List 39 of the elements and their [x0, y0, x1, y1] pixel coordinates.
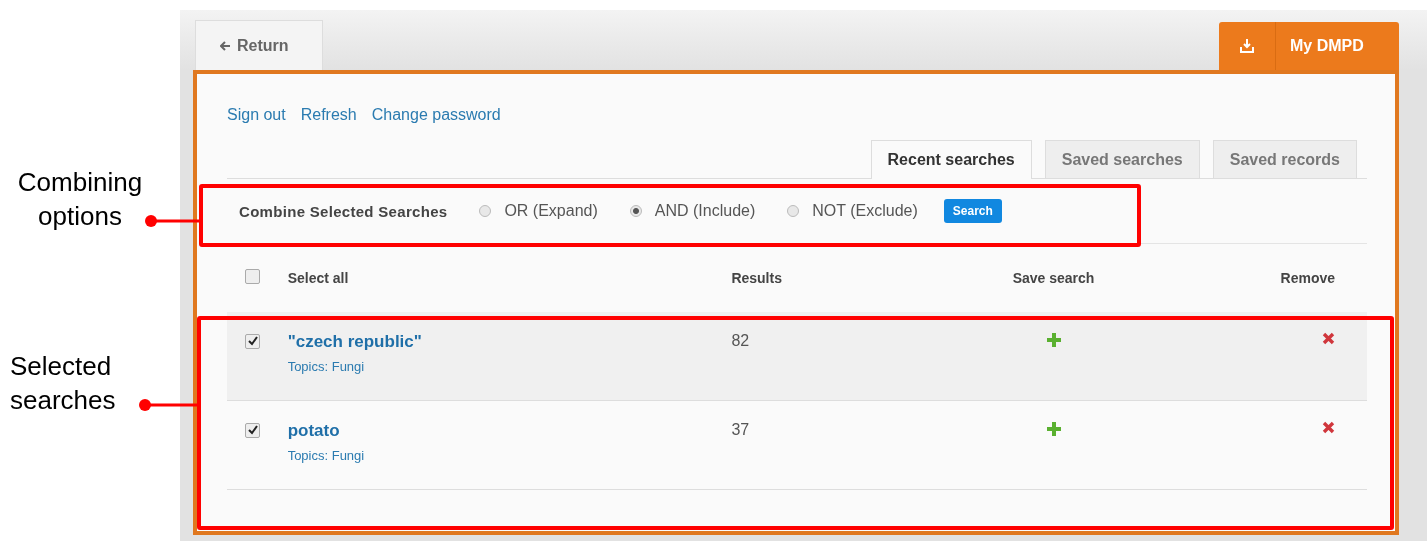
close-icon[interactable]	[1322, 421, 1335, 434]
download-tray-icon	[1239, 38, 1255, 54]
results-count: 82	[731, 332, 750, 349]
radio-label: NOT (Exclude)	[812, 202, 918, 220]
search-tab[interactable]: Recent searches	[870, 140, 1032, 179]
search-tab[interactable]: Saved searches	[1044, 140, 1200, 178]
search-query-link[interactable]: "czech republic"	[287, 332, 732, 352]
results-count: 37	[731, 421, 750, 438]
topics-text: Topics: Fungi	[287, 448, 366, 463]
account-tab[interactable]: My DMPD	[1219, 22, 1399, 70]
radio-button[interactable]	[787, 205, 800, 217]
plus-icon[interactable]	[1045, 421, 1062, 437]
column-header: Remove	[1280, 270, 1335, 286]
plus-icon[interactable]	[1045, 332, 1062, 348]
leader-line	[138, 397, 200, 412]
account-link[interactable]: Change password	[371, 106, 501, 124]
callout-label: Combining options	[16, 166, 144, 233]
checkbox[interactable]	[245, 333, 260, 349]
radio-label: OR (Expand)	[504, 202, 598, 220]
combine-label: Combine Selected Searches	[239, 202, 448, 220]
radio-button[interactable]	[479, 205, 492, 217]
callout-label: Selected searches	[10, 350, 117, 417]
topics-text: Topics: Fungi	[287, 359, 366, 374]
close-icon[interactable]	[1322, 332, 1335, 345]
radio-button[interactable]	[629, 205, 642, 217]
return-tab[interactable]: Return	[195, 20, 323, 70]
column-header: Save search	[1012, 270, 1095, 286]
search-button[interactable]: Search	[943, 199, 1002, 223]
radio-label: AND (Include)	[654, 202, 756, 220]
checkbox[interactable]	[245, 422, 260, 438]
account-link[interactable]: Refresh	[300, 106, 357, 124]
column-header: Select all	[287, 270, 350, 286]
search-query-link[interactable]: potato	[287, 421, 732, 441]
column-header: Results	[731, 270, 782, 286]
checkbox[interactable]	[245, 268, 260, 284]
leader-line	[144, 213, 202, 228]
search-tab[interactable]: Saved records	[1212, 140, 1357, 178]
left-arrow-icon	[220, 40, 231, 51]
account-link[interactable]: Sign out	[227, 106, 286, 124]
